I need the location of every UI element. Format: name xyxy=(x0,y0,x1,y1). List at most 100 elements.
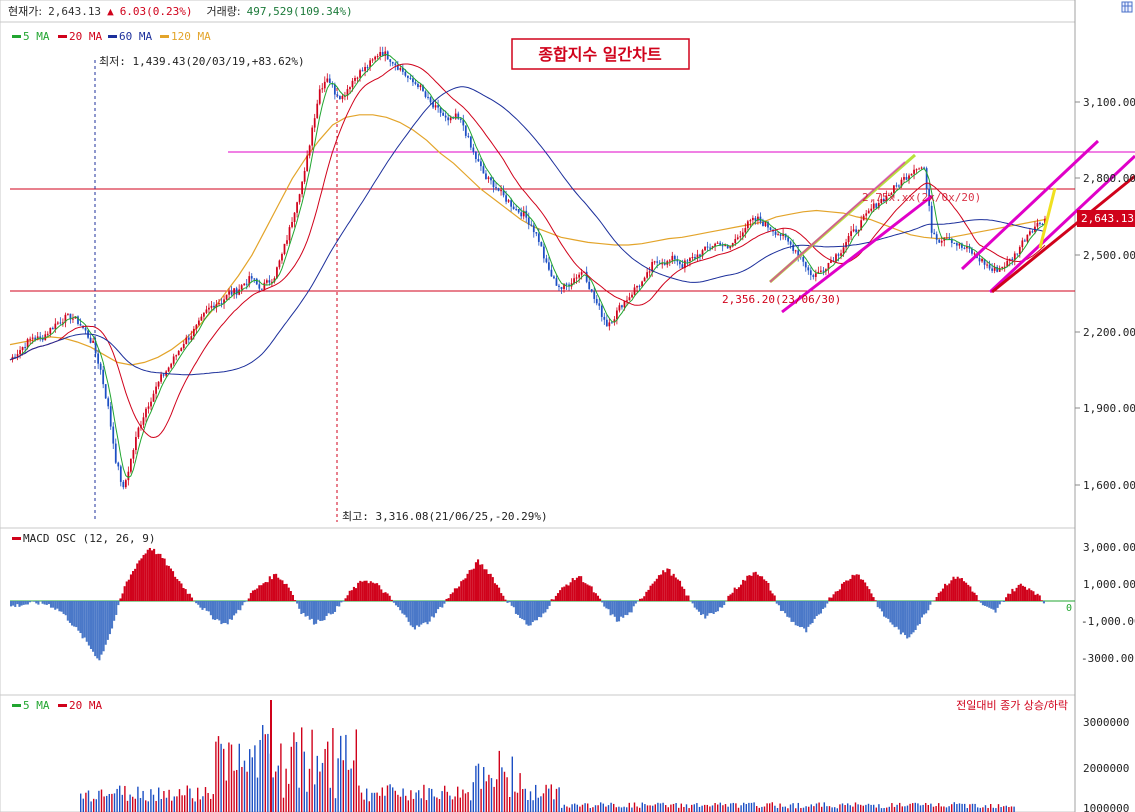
volume-bar xyxy=(626,807,628,812)
volume-bar xyxy=(485,781,487,812)
candle-body xyxy=(228,291,230,295)
macd-bar xyxy=(628,601,631,613)
volume-bar xyxy=(548,788,550,812)
macd-bar xyxy=(64,601,67,616)
macd-bar xyxy=(426,601,429,625)
candle-body xyxy=(875,203,878,208)
macd-bar xyxy=(171,571,175,601)
macd-bar xyxy=(668,569,671,601)
candle-body xyxy=(197,320,200,325)
macd-bar xyxy=(889,601,892,623)
macd-bar xyxy=(411,601,414,628)
macd-bar xyxy=(41,601,44,604)
candle-body xyxy=(746,221,749,229)
candle-body xyxy=(973,253,976,255)
macd-bar xyxy=(306,601,309,616)
candle-body xyxy=(119,466,122,482)
macd-bar xyxy=(1019,583,1022,601)
volume-bar xyxy=(243,760,246,812)
macd-bar xyxy=(315,601,318,624)
volume-bar xyxy=(98,790,100,812)
macd-bar xyxy=(771,593,774,601)
macd-bar xyxy=(331,601,334,614)
volume-bar xyxy=(987,807,989,812)
macd-legend-swatch xyxy=(12,537,21,540)
macd-bar xyxy=(52,601,55,608)
volume-bar xyxy=(160,798,162,812)
macd-bar xyxy=(910,601,913,635)
macd-bar xyxy=(944,583,947,601)
candle-body xyxy=(505,195,507,202)
macd-bar xyxy=(782,601,785,611)
volume-bar xyxy=(600,802,602,812)
candle-body xyxy=(477,159,480,162)
macd-bar xyxy=(287,587,290,601)
volume-bar xyxy=(238,743,240,812)
volume-bar xyxy=(912,803,914,812)
volume-bar xyxy=(249,749,251,812)
candle-body xyxy=(190,336,193,340)
candle-body xyxy=(903,177,905,180)
macd-bar xyxy=(504,599,507,601)
macd-bar xyxy=(794,601,797,626)
volume-bar xyxy=(587,803,589,812)
candle-body xyxy=(268,280,271,283)
volume-bar xyxy=(350,768,352,812)
volume-bar xyxy=(904,806,906,812)
candle-body xyxy=(127,471,130,481)
volume-bar xyxy=(971,803,974,812)
macd-bar xyxy=(254,589,257,601)
volume-bar xyxy=(639,807,641,812)
macd-bar xyxy=(918,601,921,625)
macd-bar xyxy=(708,601,711,614)
volume-bar xyxy=(511,756,513,812)
macd-bar xyxy=(676,579,679,601)
candle-body xyxy=(245,283,248,285)
volume-bar xyxy=(147,801,149,812)
grid-icon[interactable] xyxy=(1121,1,1133,13)
volume-bar xyxy=(852,806,854,812)
macd-bar xyxy=(304,601,307,617)
macd-bar xyxy=(180,583,183,601)
volume-bar xyxy=(925,802,927,812)
macd-bar xyxy=(1000,601,1003,602)
volume-bar xyxy=(982,807,984,812)
macd-bar xyxy=(289,591,292,601)
candle-body xyxy=(203,312,205,317)
macd-bar xyxy=(369,581,372,601)
candle-body xyxy=(230,291,233,295)
volume-bar xyxy=(355,729,357,812)
macd-bar xyxy=(1009,593,1012,601)
macd-bar xyxy=(521,601,524,620)
macd-bar xyxy=(310,601,313,619)
macd-bar xyxy=(54,601,57,610)
candle-body xyxy=(1036,222,1039,227)
candle-body xyxy=(940,240,943,243)
macd-bar xyxy=(14,601,17,607)
volume-bar xyxy=(870,804,872,812)
macd-bar xyxy=(493,583,496,601)
volume-bar xyxy=(176,796,178,812)
candle-body xyxy=(668,260,671,262)
volume-bar xyxy=(168,789,170,812)
volume-bar xyxy=(459,797,461,812)
candle-body xyxy=(200,316,203,321)
macd-bar xyxy=(967,584,970,601)
macd-bar xyxy=(443,601,446,604)
volume-bar xyxy=(314,784,316,812)
volume-bar xyxy=(129,794,131,812)
candle-body xyxy=(920,167,923,169)
volume-bar xyxy=(685,804,688,812)
macd-bar xyxy=(148,547,151,601)
macd-bar xyxy=(285,583,288,601)
macd-bar xyxy=(615,601,618,622)
macd-bar xyxy=(270,579,273,601)
macd-bar xyxy=(209,601,212,616)
volume-bar xyxy=(732,802,734,812)
volume-bar xyxy=(620,807,623,812)
candle-body xyxy=(172,356,175,364)
candle-body xyxy=(54,323,57,330)
macd-bar xyxy=(1040,600,1043,601)
candle-body xyxy=(92,340,94,343)
macd-bar xyxy=(1002,601,1006,602)
